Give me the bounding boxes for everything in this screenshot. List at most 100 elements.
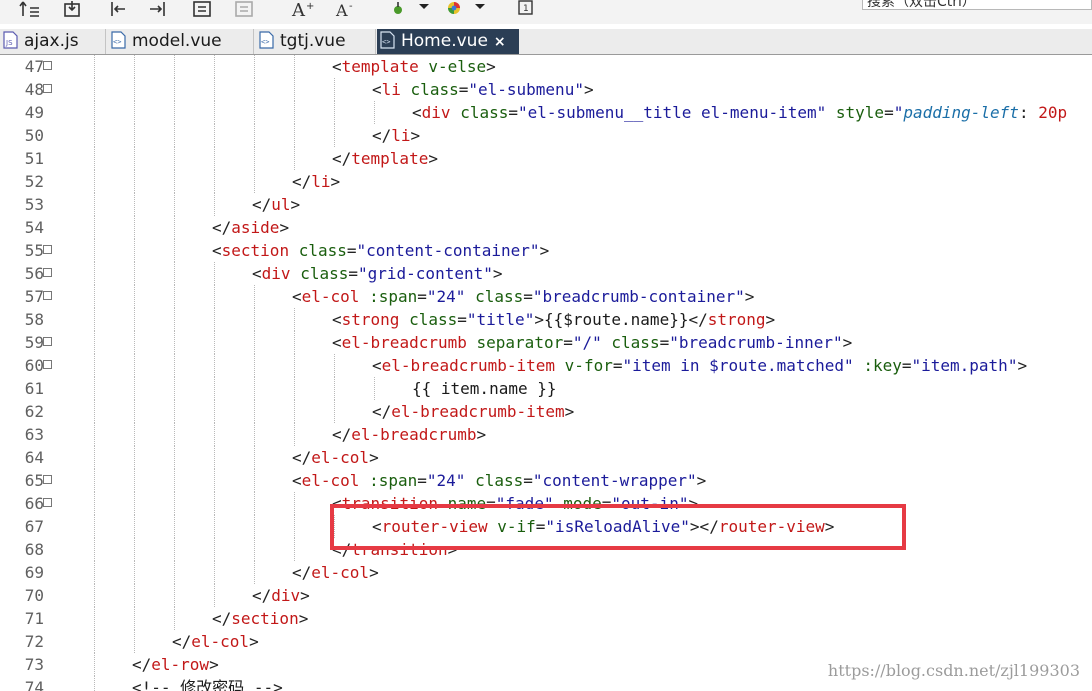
- code-token: {{$route.name}}: [543, 310, 689, 329]
- code-token: -->: [244, 678, 283, 691]
- code-token: </: [212, 218, 232, 237]
- line-number: 47: [24, 57, 44, 76]
- code-line[interactable]: 55 <section class="content-container">: [0, 239, 1092, 262]
- line-number: 60: [24, 356, 44, 375]
- font-smaller-icon[interactable]: A-: [334, 0, 360, 18]
- code-line[interactable]: 52 </li>: [0, 170, 1092, 193]
- code-text: <li class="el-submenu">: [372, 78, 594, 101]
- code-line[interactable]: 69 </el-col>: [0, 561, 1092, 584]
- code-text: </el-col>: [292, 446, 379, 469]
- export-icon[interactable]: [62, 0, 86, 18]
- code-token: el-breadcrumb: [341, 333, 467, 352]
- dropdown-icon[interactable]: [472, 0, 488, 18]
- line-number: 63: [24, 425, 44, 444]
- code-token: </: [332, 425, 352, 444]
- watermark: https://blog.csdn.net/zjl199303: [827, 661, 1080, 680]
- code-line[interactable]: 61 {{ item.name }}: [0, 377, 1092, 400]
- tab-tgtj-vue[interactable]: <> tgtj.vue: [256, 29, 376, 54]
- code-line[interactable]: 56 <div class="grid-content">: [0, 262, 1092, 285]
- js-file-icon: JS: [3, 30, 18, 49]
- code-line[interactable]: 70 </div>: [0, 584, 1092, 607]
- line-number: 50: [24, 126, 44, 145]
- code-text: </template>: [332, 147, 438, 170]
- indent-icon[interactable]: [18, 0, 42, 18]
- code-token: >: [765, 310, 776, 329]
- close-icon[interactable]: ×: [494, 30, 506, 55]
- code-line[interactable]: 72 </el-col>: [0, 630, 1092, 653]
- move-left-icon[interactable]: [106, 0, 130, 18]
- code-token: </: [172, 632, 192, 651]
- tab-ajax-js[interactable]: JS ajax.js: [0, 29, 106, 54]
- code-line[interactable]: 63 </el-breadcrumb>: [0, 423, 1092, 446]
- code-token: </: [292, 448, 312, 467]
- code-token: padding-left: [903, 103, 1019, 122]
- code-line[interactable]: 57 <el-col :span="24" class="breadcrumb-c…: [0, 285, 1092, 308]
- run-icon[interactable]: [390, 0, 410, 18]
- code-token: el-col: [301, 471, 360, 490]
- fold-toggle-icon[interactable]: [43, 61, 52, 70]
- code-token: =: [457, 310, 467, 329]
- code-token: </: [252, 195, 272, 214]
- vue-file-icon: <>: [111, 30, 126, 49]
- tab-home-vue[interactable]: <> Home.vue ×: [377, 29, 519, 54]
- code-token: "breadcrumb-inner": [669, 333, 843, 352]
- info-icon[interactable]: 1: [516, 0, 536, 18]
- code-text: <el-col :span="24" class="breadcrumb-con…: [292, 285, 754, 308]
- uncomment-icon[interactable]: [232, 0, 256, 18]
- font-larger-icon[interactable]: A +: [290, 0, 316, 18]
- code-token: class: [475, 287, 524, 306]
- code-token: </: [688, 310, 708, 329]
- code-line[interactable]: 49 <div class="el-submenu__title el-menu-…: [0, 101, 1092, 124]
- tab-label: Home.vue: [401, 31, 488, 51]
- fold-toggle-icon[interactable]: [43, 360, 52, 369]
- fold-toggle-icon[interactable]: [43, 245, 52, 254]
- code-line[interactable]: 60 <el-breadcrumb-item v-for="item in $ro…: [0, 354, 1092, 377]
- code-token: div: [271, 586, 301, 605]
- fold-toggle-icon[interactable]: [43, 291, 52, 300]
- code-line[interactable]: 64 </el-col>: [0, 446, 1092, 469]
- code-line[interactable]: 53 </ul>: [0, 193, 1092, 216]
- browser-icon[interactable]: [444, 0, 464, 18]
- code-token: <: [332, 333, 342, 352]
- code-token: </: [372, 126, 392, 145]
- code-line[interactable]: 51 </template>: [0, 147, 1092, 170]
- move-right-icon[interactable]: [146, 0, 170, 18]
- code-text: <el-breadcrumb separator="/" class="brea…: [332, 331, 852, 354]
- code-token: </: [252, 586, 272, 605]
- code-text: </li>: [292, 170, 340, 193]
- code-token: class: [410, 80, 459, 99]
- code-token: {{ item.name }}: [412, 379, 557, 398]
- tab-model-vue[interactable]: <> model.vue: [108, 29, 254, 54]
- dropdown-icon[interactable]: [416, 0, 432, 18]
- code-token: =: [346, 241, 357, 260]
- fold-toggle-icon[interactable]: [43, 84, 52, 93]
- code-line[interactable]: 48 <li class="el-submenu">: [0, 78, 1092, 101]
- code-token: </: [292, 172, 312, 191]
- code-token: >: [410, 126, 421, 145]
- fold-toggle-icon[interactable]: [43, 268, 52, 277]
- code-token: >: [290, 195, 301, 214]
- code-line[interactable]: 50 </li>: [0, 124, 1092, 147]
- code-line[interactable]: 58 <strong class="title">{{$route.name}}<…: [0, 308, 1092, 331]
- code-editor[interactable]: 47 <template v-else> 48 <li class="el-subme…: [0, 55, 1092, 691]
- comment-icon[interactable]: [190, 0, 214, 18]
- fold-toggle-icon[interactable]: [43, 498, 52, 507]
- code-token: "item in $route.matched": [622, 356, 854, 375]
- fold-toggle-icon[interactable]: [43, 475, 52, 484]
- code-token: class: [298, 241, 347, 260]
- code-line[interactable]: 54 </aside>: [0, 216, 1092, 239]
- code-line[interactable]: 59 <el-breadcrumb separator="/" class="br…: [0, 331, 1092, 354]
- code-text: <el-breadcrumb-item v-for="item in $rout…: [372, 354, 1027, 377]
- search-input[interactable]: 搜索（双击Ctrl）: [862, 0, 1092, 10]
- vue-file-icon: <>: [380, 30, 395, 49]
- code-line[interactable]: 47 <template v-else>: [0, 55, 1092, 78]
- fold-toggle-icon[interactable]: [43, 337, 52, 346]
- code-line[interactable]: 71 </section>: [0, 607, 1092, 630]
- line-number: 71: [24, 609, 44, 628]
- svg-text:A: A: [335, 1, 348, 18]
- code-line[interactable]: 62 </el-breadcrumb-item>: [0, 400, 1092, 423]
- svg-text:1: 1: [523, 4, 529, 14]
- code-line[interactable]: 65 <el-col :span="24" class="content-wrap…: [0, 469, 1092, 492]
